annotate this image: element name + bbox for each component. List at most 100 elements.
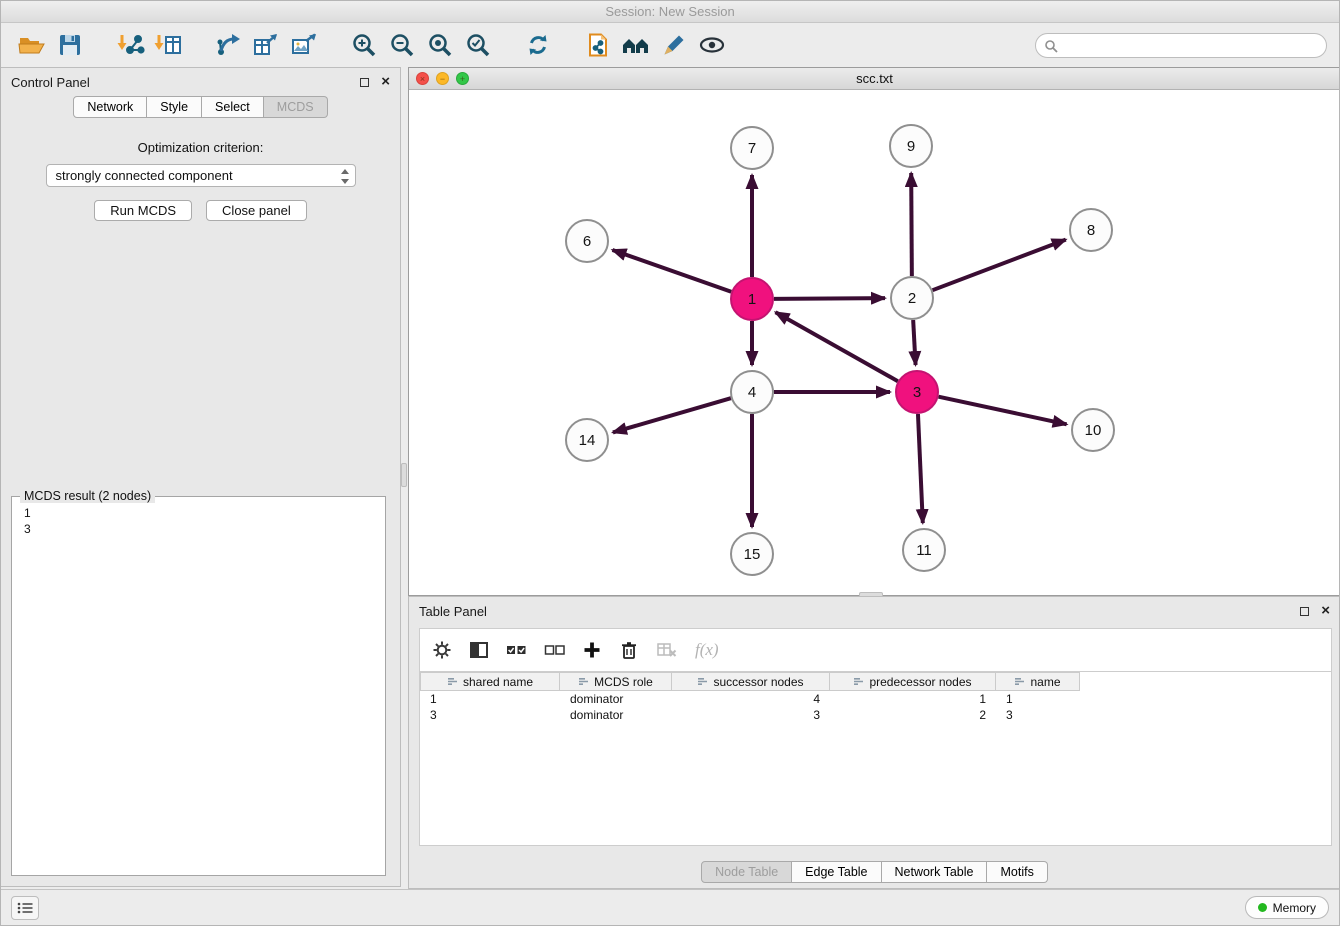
node-table-body: 1dominator4113dominator323: [420, 691, 1331, 723]
graph-edge-1-6[interactable]: [612, 250, 731, 292]
graph-node-4[interactable]: 4: [731, 371, 773, 413]
column-sort-icon: [853, 676, 864, 687]
table-cell: 1: [830, 691, 996, 707]
deselect-all-rows-button[interactable]: [544, 640, 565, 660]
graph-edge-3-1[interactable]: [776, 312, 898, 381]
column-header-predecessor-nodes[interactable]: predecessor nodes: [830, 672, 996, 691]
graph-node-label: 7: [748, 140, 756, 157]
graph-edge-3-11[interactable]: [918, 414, 923, 523]
graph-node-3[interactable]: 3: [896, 371, 938, 413]
new-network-from-selection-button[interactable]: [579, 27, 617, 63]
graph-node-14[interactable]: 14: [566, 419, 608, 461]
zoom-selected-icon: [465, 32, 491, 58]
import-network-button[interactable]: [111, 27, 149, 63]
table-settings-button[interactable]: [432, 640, 452, 660]
graph-node-10[interactable]: 10: [1072, 409, 1114, 451]
float-table-panel-icon[interactable]: [1300, 607, 1309, 616]
export-image-icon: [290, 32, 318, 58]
export-image-button[interactable]: [285, 27, 323, 63]
open-session-button[interactable]: [13, 27, 51, 63]
minimize-window-button[interactable]: −: [436, 72, 449, 85]
graph-edge-4-14[interactable]: [613, 398, 731, 432]
graph-node-8[interactable]: 8: [1070, 209, 1112, 251]
close-table-panel-icon[interactable]: ×: [1321, 606, 1330, 616]
gear-icon: [432, 640, 452, 660]
zoom-fit-button[interactable]: [421, 27, 459, 63]
graph-edge-1-2[interactable]: [774, 298, 885, 299]
column-header-mcds-role[interactable]: MCDS role: [560, 672, 672, 691]
vertical-splitter-handle[interactable]: [401, 463, 407, 487]
column-header-shared-name[interactable]: shared name: [420, 672, 560, 691]
close-panel-icon[interactable]: ×: [381, 77, 390, 87]
import-table-button[interactable]: [149, 27, 187, 63]
tab-motifs[interactable]: Motifs: [987, 861, 1047, 883]
delete-columns-button[interactable]: [619, 640, 639, 660]
close-window-button[interactable]: ×: [416, 72, 429, 85]
import-table-icon: [153, 32, 183, 58]
control-panel-title: Control Panel: [11, 75, 90, 90]
export-table-button[interactable]: [247, 27, 285, 63]
graph-node-label: 4: [748, 384, 756, 401]
column-header-successor-nodes[interactable]: successor nodes: [672, 672, 830, 691]
graph-edge-2-9[interactable]: [911, 173, 912, 276]
mcds-result-lines: 13: [12, 497, 385, 545]
graph-node-7[interactable]: 7: [731, 127, 773, 169]
table-row[interactable]: 3dominator323: [420, 707, 1331, 723]
network-canvas[interactable]: 1 2 3 4 6 7 8 9 10 11 14 15: [409, 90, 1340, 595]
search-field-wrap: [1035, 33, 1327, 58]
table-cell: 1: [420, 691, 560, 707]
optimization-criterion-label: Optimization criterion:: [1, 140, 400, 155]
zoom-selected-button[interactable]: [459, 27, 497, 63]
graph-node-6[interactable]: 6: [566, 220, 608, 262]
task-history-button[interactable]: [11, 896, 39, 920]
table-cell: 3: [672, 707, 830, 723]
column-sort-icon: [1014, 676, 1025, 687]
table-cell: dominator: [560, 691, 672, 707]
dropdown-chevrons-icon: [340, 169, 350, 184]
export-table-icon: [252, 32, 280, 58]
zoom-out-button[interactable]: [383, 27, 421, 63]
graph-edge-2-3[interactable]: [913, 320, 915, 365]
graph-edge-3-10[interactable]: [939, 397, 1067, 425]
graph-node-15[interactable]: 15: [731, 533, 773, 575]
maximize-window-button[interactable]: +: [456, 72, 469, 85]
criterion-dropdown[interactable]: strongly connected component: [46, 164, 356, 187]
export-network-button[interactable]: [209, 27, 247, 63]
delete-table-button[interactable]: [656, 640, 678, 660]
tab-node-table[interactable]: Node Table: [701, 861, 792, 883]
function-builder-button[interactable]: f(x): [695, 640, 719, 660]
run-mcds-button[interactable]: Run MCDS: [94, 200, 192, 221]
search-input[interactable]: [1035, 33, 1327, 58]
hide-graphics-details-button[interactable]: [617, 27, 655, 63]
import-network-icon: [115, 32, 145, 58]
window-title: Session: New Session: [1, 1, 1339, 23]
table-row[interactable]: 1dominator411: [420, 691, 1331, 707]
tab-network-table[interactable]: Network Table: [882, 861, 988, 883]
show-graphics-details-button[interactable]: [693, 27, 731, 63]
memory-label: Memory: [1273, 901, 1316, 915]
select-all-rows-button[interactable]: [506, 640, 527, 660]
graph-node-2[interactable]: 2: [891, 277, 933, 319]
node-table-container: f(x) shared name MCDS role su: [419, 628, 1332, 846]
graph-edge-2-8[interactable]: [933, 240, 1066, 291]
zoom-in-button[interactable]: [345, 27, 383, 63]
tab-mcds[interactable]: MCDS: [264, 96, 328, 118]
graph-node-1[interactable]: 1: [731, 278, 773, 320]
tab-style[interactable]: Style: [147, 96, 202, 118]
tab-edge-table[interactable]: Edge Table: [792, 861, 881, 883]
tab-select[interactable]: Select: [202, 96, 264, 118]
tab-network[interactable]: Network: [73, 96, 147, 118]
column-header-name[interactable]: name: [996, 672, 1080, 691]
add-column-button[interactable]: [582, 640, 602, 660]
apply-layout-button[interactable]: [519, 27, 557, 63]
memory-button[interactable]: Memory: [1245, 896, 1329, 919]
zoom-fit-icon: [427, 32, 453, 58]
apply-style-button[interactable]: [655, 27, 693, 63]
float-panel-icon[interactable]: [360, 78, 369, 87]
column-sort-icon: [447, 676, 458, 687]
show-columns-button[interactable]: [469, 640, 489, 660]
graph-node-11[interactable]: 11: [903, 529, 945, 571]
close-panel-button[interactable]: Close panel: [206, 200, 307, 221]
graph-node-9[interactable]: 9: [890, 125, 932, 167]
save-session-button[interactable]: [51, 27, 89, 63]
